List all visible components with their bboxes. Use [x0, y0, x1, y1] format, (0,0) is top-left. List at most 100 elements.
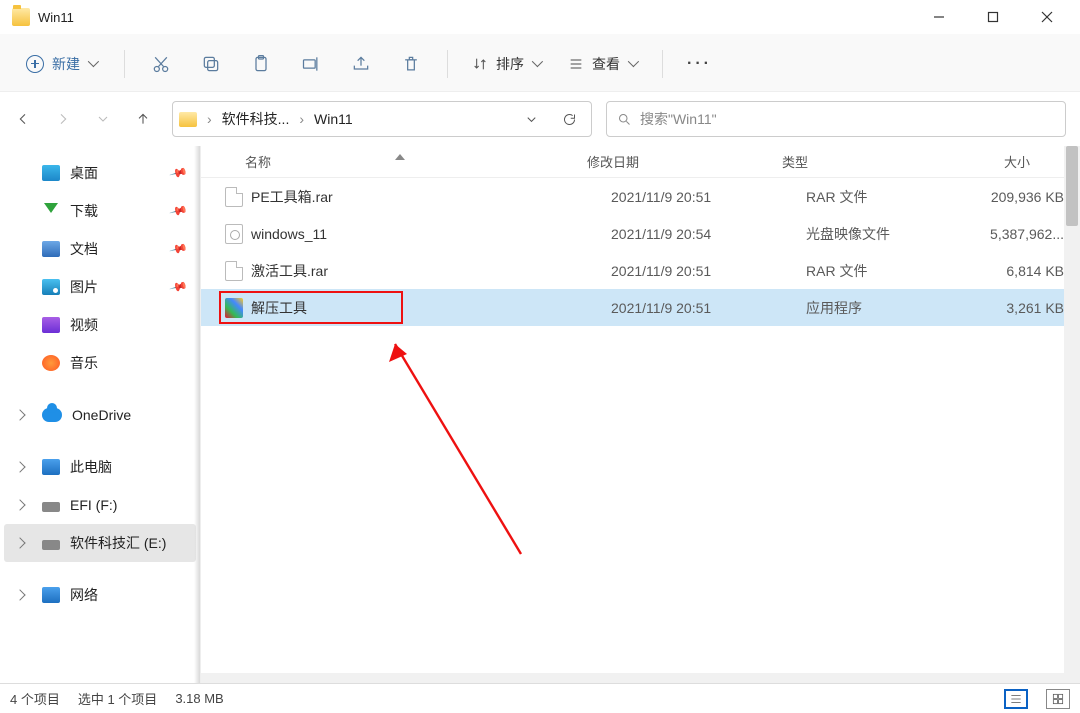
- cut-button[interactable]: [139, 44, 183, 84]
- file-name: windows_11: [251, 226, 611, 242]
- scrollbar-thumb[interactable]: [1066, 146, 1078, 226]
- sidebar-item-drive-e[interactable]: 软件科技汇 (E:): [4, 524, 196, 562]
- file-row[interactable]: PE工具箱.rar 2021/11/9 20:51 RAR 文件 209,936…: [201, 178, 1080, 215]
- copy-button[interactable]: [189, 44, 233, 84]
- view-thumbnails-button[interactable]: [1046, 689, 1070, 709]
- recent-dropdown[interactable]: [94, 110, 112, 128]
- col-header-type[interactable]: 类型: [782, 152, 950, 171]
- vertical-scrollbar[interactable]: [1064, 146, 1080, 683]
- sidebar-item-thispc[interactable]: 此电脑: [4, 448, 196, 486]
- file-date: 2021/11/9 20:54: [611, 226, 806, 242]
- share-button[interactable]: [339, 44, 383, 84]
- file-size: 5,387,962...: [974, 226, 1074, 242]
- search-box[interactable]: 搜索"Win11": [606, 101, 1066, 137]
- view-label: 查看: [592, 54, 620, 74]
- chevron-right-icon: ›: [295, 111, 308, 127]
- pin-icon: 📌: [169, 201, 189, 221]
- file-type: RAR 文件: [806, 187, 974, 207]
- pictures-icon: [42, 279, 60, 295]
- video-icon: [42, 317, 60, 333]
- rename-button[interactable]: [289, 44, 333, 84]
- sidebar-item-onedrive[interactable]: OneDrive: [4, 396, 196, 434]
- refresh-button[interactable]: [553, 103, 585, 135]
- search-icon: [617, 112, 632, 127]
- sidebar: 桌面 📌 下载 📌 文档 📌 图片📌 视频 音乐 OneDrive 此电脑 EFI (…: [0, 146, 200, 683]
- file-row[interactable]: 解压工具 2021/11/9 20:51 应用程序 3,261 KB: [201, 289, 1080, 326]
- pin-icon: 📌: [169, 163, 189, 183]
- column-headers: 名称 修改日期 类型 大小: [201, 146, 1080, 178]
- new-label: 新建: [52, 54, 80, 74]
- back-button[interactable]: [14, 110, 32, 128]
- more-button[interactable]: ···: [677, 51, 722, 77]
- paste-button[interactable]: [239, 44, 283, 84]
- sidebar-item-label: 文档: [70, 239, 98, 259]
- folder-icon: [12, 8, 30, 26]
- plus-icon: [26, 55, 44, 73]
- sidebar-item-music[interactable]: 音乐: [4, 344, 196, 382]
- sidebar-item-pictures[interactable]: 图片📌: [4, 268, 196, 306]
- desktop-icon: [42, 165, 60, 181]
- sidebar-item-videos[interactable]: 视频: [4, 306, 196, 344]
- col-header-name[interactable]: 名称: [245, 152, 587, 171]
- file-size: 209,936 KB: [974, 189, 1074, 205]
- annotation-arrow: [371, 324, 531, 564]
- file-row[interactable]: windows_11 2021/11/9 20:54 光盘映像文件 5,387,…: [201, 215, 1080, 252]
- sort-button[interactable]: 排序: [462, 50, 552, 78]
- file-type: 应用程序: [806, 298, 974, 318]
- view-details-button[interactable]: [1004, 689, 1028, 709]
- chevron-down-icon: [532, 59, 542, 69]
- sidebar-item-drive-f[interactable]: EFI (F:): [4, 486, 196, 524]
- col-header-date[interactable]: 修改日期: [587, 152, 782, 171]
- file-name: 解压工具: [251, 298, 611, 318]
- status-item-count: 4 个项目: [10, 689, 60, 708]
- close-button[interactable]: [1020, 0, 1074, 35]
- window-title: Win11: [38, 10, 74, 25]
- file-size: 6,814 KB: [974, 263, 1074, 279]
- sidebar-item-desktop[interactable]: 桌面 📌: [4, 154, 196, 192]
- new-button[interactable]: 新建: [14, 48, 110, 80]
- breadcrumb-seg[interactable]: Win11: [314, 111, 353, 127]
- pin-icon: 📌: [169, 239, 189, 259]
- file-date: 2021/11/9 20:51: [611, 263, 806, 279]
- sidebar-item-label: 下载: [70, 201, 98, 221]
- sidebar-item-label: 音乐: [70, 353, 98, 373]
- nav-row: › 软件科技... › Win11 搜索"Win11": [0, 92, 1080, 146]
- view-button[interactable]: 查看: [558, 50, 648, 78]
- toolbar: 新建 排序 查看 ···: [0, 36, 1080, 92]
- file-date: 2021/11/9 20:51: [611, 189, 806, 205]
- minimize-button[interactable]: [912, 0, 966, 35]
- search-placeholder: 搜索"Win11": [640, 109, 717, 129]
- folder-icon: [179, 112, 197, 127]
- chevron-down-icon: [628, 59, 638, 69]
- address-bar[interactable]: › 软件科技... › Win11: [172, 101, 592, 137]
- sidebar-item-label: 视频: [70, 315, 98, 335]
- file-icon: [225, 187, 243, 207]
- file-type: 光盘映像文件: [806, 224, 974, 244]
- forward-button[interactable]: [54, 110, 72, 128]
- drive-icon: [42, 540, 60, 550]
- breadcrumb-seg[interactable]: 软件科技...: [222, 109, 290, 129]
- status-size: 3.18 MB: [175, 691, 223, 706]
- up-button[interactable]: [134, 110, 152, 128]
- document-icon: [42, 241, 60, 257]
- col-header-size[interactable]: 大小: [950, 152, 1050, 171]
- sidebar-item-downloads[interactable]: 下载 📌: [4, 192, 196, 230]
- application-icon: [225, 298, 243, 318]
- sort-asc-icon: [395, 154, 405, 160]
- sidebar-item-network[interactable]: 网络: [4, 576, 196, 614]
- title-bar: Win11: [0, 0, 1080, 36]
- file-type: RAR 文件: [806, 261, 974, 281]
- cloud-icon: [42, 408, 62, 422]
- maximize-button[interactable]: [966, 0, 1020, 35]
- sidebar-item-documents[interactable]: 文档 📌: [4, 230, 196, 268]
- download-icon: [42, 203, 60, 219]
- network-icon: [42, 587, 60, 603]
- breadcrumb-dropdown[interactable]: [515, 103, 547, 135]
- delete-button[interactable]: [389, 44, 433, 84]
- chevron-right-icon: ›: [203, 111, 216, 127]
- file-row[interactable]: 激活工具.rar 2021/11/9 20:51 RAR 文件 6,814 KB: [201, 252, 1080, 289]
- music-icon: [42, 355, 60, 371]
- file-name: PE工具箱.rar: [251, 187, 611, 207]
- horizontal-scrollbar[interactable]: [201, 673, 1064, 683]
- sidebar-item-label: 桌面: [70, 163, 98, 183]
